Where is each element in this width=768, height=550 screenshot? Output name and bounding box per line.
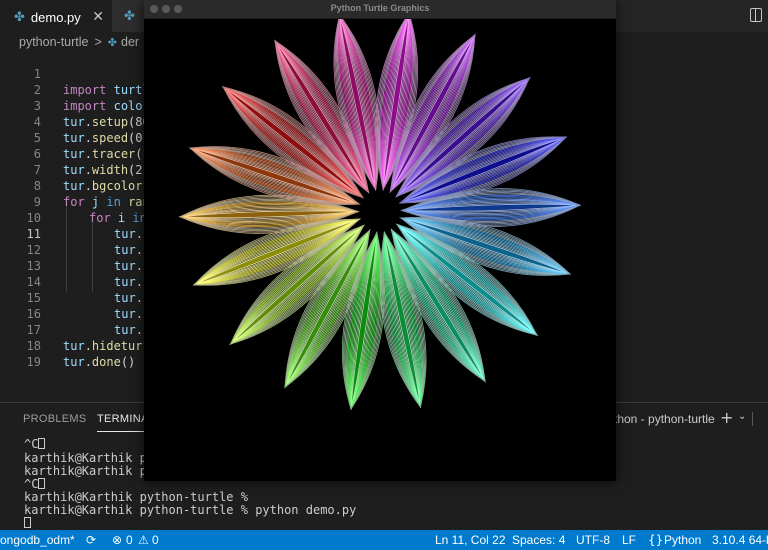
breadcrumb-folder[interactable]: python-turtle <box>19 35 88 49</box>
window-title: Python Turtle Graphics <box>330 3 430 13</box>
sync-icon[interactable]: ⟳ <box>86 533 96 547</box>
tab-label: demo.py <box>30 9 81 25</box>
tab-second-file[interactable]: ✤ <box>112 0 148 32</box>
flower-center <box>360 191 400 231</box>
warning-icon: ⚠ <box>138 533 149 547</box>
terminal-line: ^C <box>24 438 46 451</box>
cursor-position[interactable]: Ln 11, Col 22 <box>435 533 506 547</box>
cursor-marker <box>38 478 46 489</box>
cursor-marker <box>38 438 46 449</box>
tab-problems[interactable]: PROBLEMS <box>23 413 87 425</box>
turtle-graphics-window[interactable]: Python Turtle Graphics <box>144 0 616 481</box>
terminal-instance-label[interactable]: rthon - python-turtle <box>610 412 715 426</box>
python-file-icon: ✤ <box>14 9 25 25</box>
breadcrumb-file[interactable]: der <box>121 35 139 49</box>
split-editor-icon[interactable] <box>750 8 762 22</box>
chevron-down-icon[interactable]: ⌄ <box>738 411 746 422</box>
python-file-icon: ✤ <box>107 35 118 49</box>
terminal-prompt <box>24 517 31 530</box>
line-ending[interactable]: LF <box>622 533 636 547</box>
new-terminal-button[interactable]: + <box>720 408 733 427</box>
braces-icon: {} <box>648 533 664 547</box>
divider <box>752 412 753 426</box>
error-icon: ⊗ <box>112 533 123 547</box>
status-environment[interactable]: ongodb_odm* <box>0 533 75 547</box>
breadcrumb-separator: > <box>94 35 102 49</box>
error-count[interactable]: 0 <box>126 533 133 547</box>
terminal-cursor <box>24 517 31 528</box>
terminal-line: karthik@Karthik python-turtle % python d… <box>24 503 357 517</box>
warning-count[interactable]: 0 <box>152 533 159 547</box>
tab-demo-py[interactable]: ✤ demo.py ✕ <box>0 0 112 33</box>
language-mode[interactable]: Python <box>664 533 701 547</box>
turtle-canvas <box>144 19 616 481</box>
python-interpreter[interactable]: 3.10.4 64-b <box>712 533 768 547</box>
close-icon[interactable]: ✕ <box>92 9 104 25</box>
python-file-icon: ✤ <box>124 8 135 24</box>
window-titlebar[interactable]: Python Turtle Graphics <box>144 0 616 19</box>
status-bar: ongodb_odm* ⟳ ⊗ 0 ⚠ 0 Ln 11, Col 22 Spac… <box>0 530 768 550</box>
indentation[interactable]: Spaces: 4 <box>512 533 565 547</box>
encoding[interactable]: UTF-8 <box>576 533 610 547</box>
